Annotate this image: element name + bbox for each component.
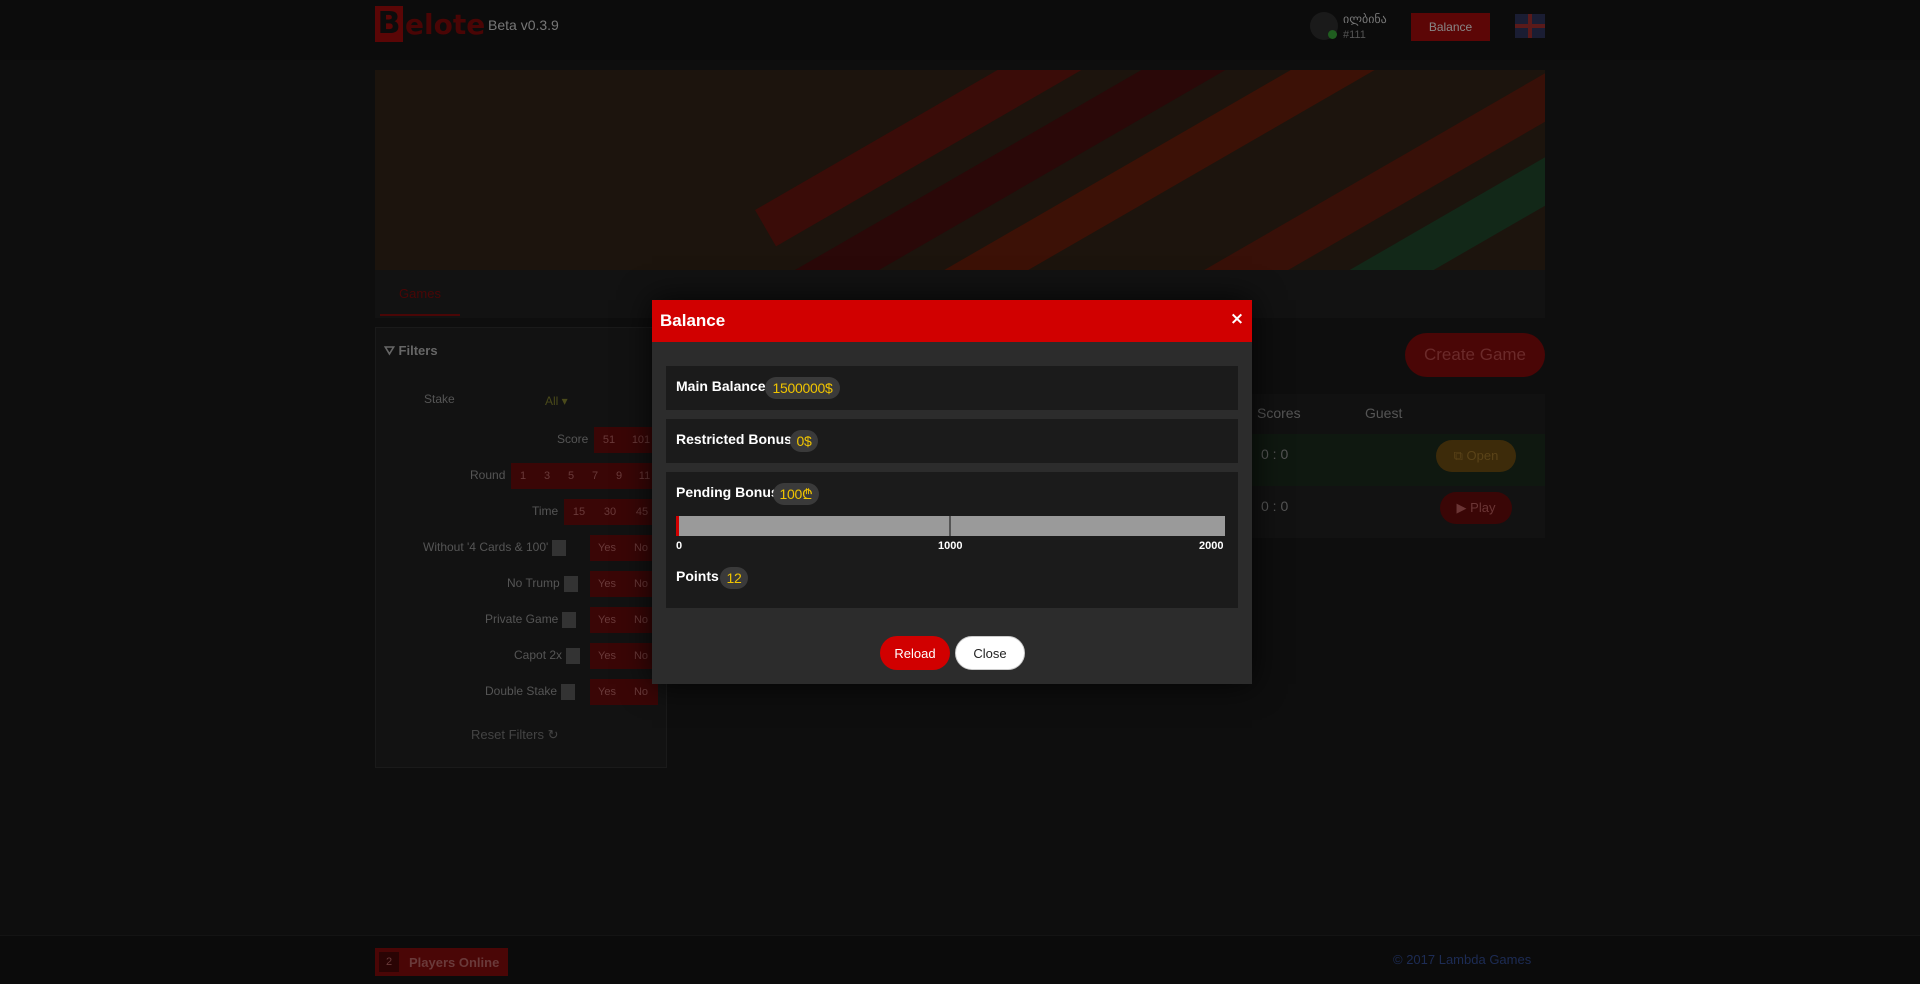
pending-bonus-panel: Pending Bonus 100₾ 0 1000 2000 Points 12 (666, 472, 1238, 608)
points-label: Points (676, 568, 719, 584)
restricted-bonus-panel: Restricted Bonus 0$ (666, 419, 1238, 463)
restricted-bonus-label: Restricted Bonus (676, 431, 792, 447)
reload-button[interactable]: Reload (880, 636, 950, 670)
progress-tick-max: 2000 (1199, 540, 1224, 552)
progress-fill (676, 516, 680, 536)
main-balance-panel: Main Balance 1500000$ (666, 366, 1238, 410)
progress-tick-mid: 1000 (938, 540, 963, 552)
main-balance-value: 1500000$ (765, 377, 840, 399)
close-icon[interactable]: × (1228, 308, 1246, 330)
balance-modal: Balance × Main Balance 1500000$ Restrict… (652, 300, 1252, 684)
modal-header: Balance × (652, 300, 1252, 342)
pending-bonus-label: Pending Bonus (676, 484, 779, 500)
points-value: 12 (720, 567, 748, 589)
progress-midpoint (949, 516, 951, 536)
pending-bonus-value: 100₾ (773, 483, 819, 505)
main-balance-label: Main Balance (676, 378, 766, 394)
progress-tick-min: 0 (676, 540, 683, 552)
modal-title: Balance (660, 311, 726, 330)
close-button[interactable]: Close (955, 636, 1025, 670)
pending-bonus-progress (676, 516, 1225, 536)
restricted-bonus-value: 0$ (790, 430, 818, 452)
